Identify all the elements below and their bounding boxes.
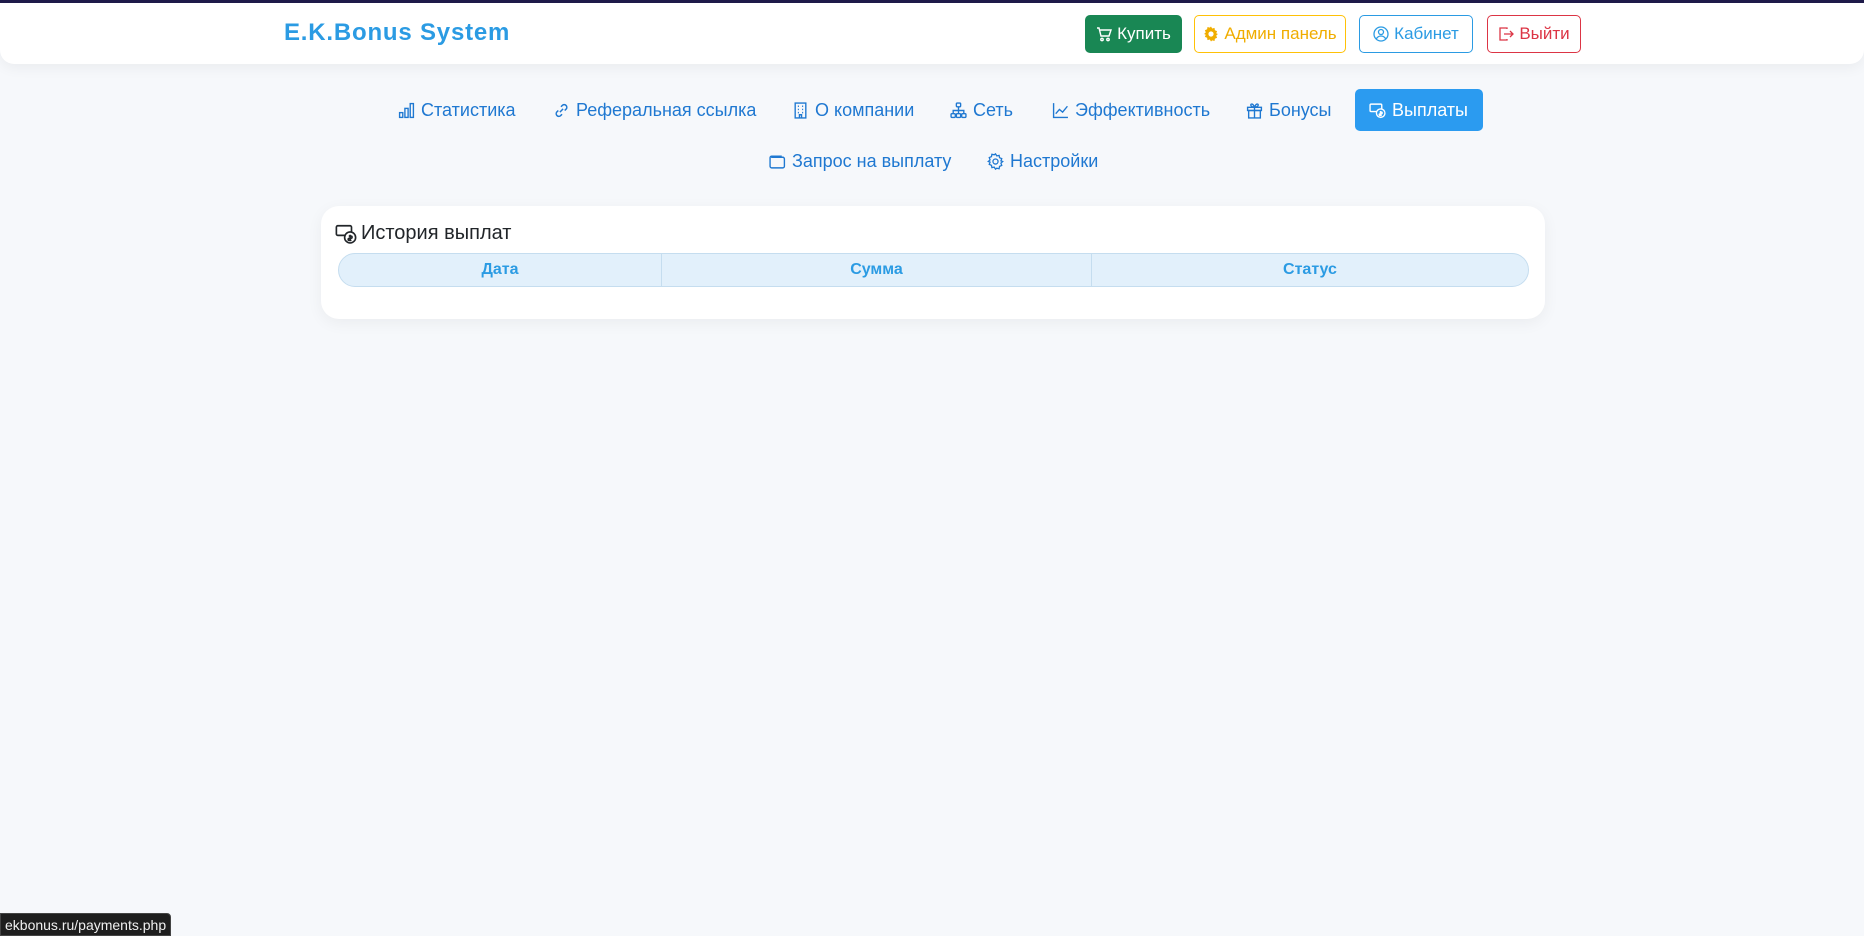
gift-icon — [1246, 102, 1263, 119]
main-nav-row-1: Статистика Реферальная ссылка О компании… — [0, 89, 1864, 131]
nav-payouts-label: Выплаты — [1392, 99, 1468, 120]
cash-coin-icon — [335, 224, 357, 244]
browser-status-url: ekbonus.ru/payments.php — [0, 913, 172, 936]
card-title: История выплат — [335, 222, 511, 245]
nav-referral-link[interactable]: Реферальная ссылка — [539, 89, 770, 131]
nav-payout-request-label: Запрос на выплату — [792, 150, 952, 171]
bar-chart-icon — [398, 102, 415, 118]
nav-network[interactable]: Сеть — [936, 89, 1027, 131]
buy-label: Купить — [1117, 24, 1171, 43]
nav-about-company-label: О компании — [815, 99, 915, 120]
payout-history-table: Дата Сумма Статус — [338, 253, 1529, 287]
cabinet-label: Кабинет — [1394, 24, 1459, 43]
link-icon — [555, 103, 568, 117]
logout-label: Выйти — [1519, 24, 1570, 43]
main-nav-row-2: Запрос на выплату Настройки — [0, 140, 1864, 182]
nav-bonuses[interactable]: Бонусы — [1232, 89, 1346, 131]
nav-efficiency[interactable]: Эффективность — [1038, 89, 1224, 131]
column-header-amount[interactable]: Сумма — [661, 254, 1091, 286]
admin-panel-button[interactable]: Админ панель — [1194, 15, 1346, 53]
nav-payouts[interactable]: Выплаты — [1355, 89, 1483, 131]
gear-icon — [1204, 26, 1219, 42]
nav-bonuses-label: Бонусы — [1269, 99, 1332, 120]
logout-icon — [1499, 27, 1515, 41]
wallet-icon — [769, 154, 786, 169]
logout-button[interactable]: Выйти — [1487, 15, 1581, 53]
nav-settings-label: Настройки — [1010, 150, 1099, 171]
column-header-status[interactable]: Статус — [1091, 254, 1528, 286]
payout-history-card: История выплат Дата Сумма Статус — [321, 206, 1545, 319]
network-icon — [950, 101, 967, 118]
building-icon — [794, 101, 807, 119]
line-chart-icon — [1052, 102, 1068, 118]
cash-coin-icon — [1369, 102, 1386, 118]
cabinet-button[interactable]: Кабинет — [1359, 15, 1473, 53]
card-title-text: История выплат — [361, 222, 512, 244]
nav-payout-request[interactable]: Запрос на выплату — [755, 140, 965, 182]
buy-button[interactable]: Купить — [1085, 15, 1182, 53]
header: E.K.Bonus System Купить Админ панель Каб… — [0, 3, 1864, 64]
nav-statistics-label: Статистика — [421, 99, 516, 120]
nav-statistics[interactable]: Статистика — [384, 89, 530, 131]
nav-settings[interactable]: Настройки — [973, 140, 1112, 182]
admin-panel-label: Админ панель — [1224, 24, 1337, 43]
nav-network-label: Сеть — [973, 99, 1014, 120]
cart-icon — [1097, 27, 1113, 42]
gear-icon — [987, 152, 1004, 170]
column-header-date[interactable]: Дата — [339, 254, 661, 286]
nav-referral-link-label: Реферальная ссылка — [576, 99, 757, 120]
user-circle-icon — [1373, 26, 1389, 42]
nav-efficiency-label: Эффективность — [1075, 99, 1211, 120]
nav-about-company[interactable]: О компании — [778, 89, 928, 131]
brand-logo[interactable]: E.K.Bonus System — [284, 19, 510, 47]
